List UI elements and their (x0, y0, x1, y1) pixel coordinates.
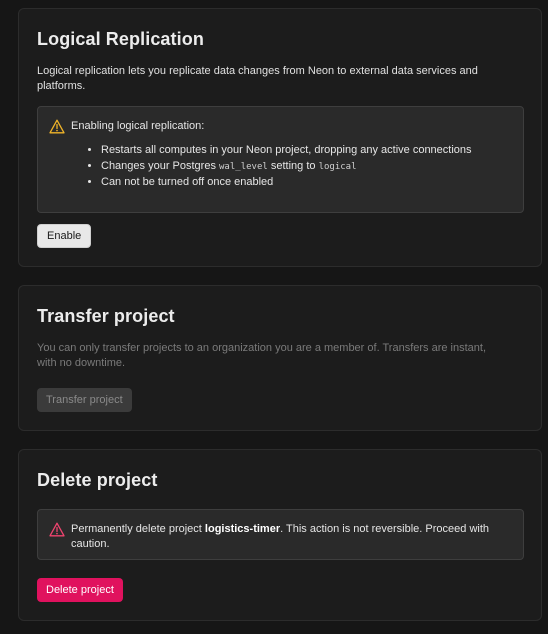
enable-button[interactable]: Enable (37, 224, 92, 248)
logical-code: logical (318, 161, 357, 172)
warning-list-item: Restarts all computes in your Neon proje… (101, 143, 472, 159)
logical-replication-card: Logical Replication Logical replication … (18, 8, 542, 267)
transfer-project-description: You can only transfer projects to an org… (37, 342, 487, 369)
transfer-project-card: Transfer project You can only transfer p… (18, 285, 542, 431)
delete-project-danger-callout: Permanently delete project logistics-tim… (37, 509, 524, 560)
delete-project-button[interactable]: Delete project (37, 578, 123, 602)
delete-project-title: Delete project (37, 470, 158, 490)
logical-replication-description: Logical replication lets you replicate d… (37, 65, 478, 92)
wal-level-code: wal_level (219, 161, 268, 172)
delete-warning-text: Permanently delete project logistics-tim… (71, 522, 511, 552)
warning-callout-title: Enabling logical replication: (71, 120, 205, 132)
transfer-project-button[interactable]: Transfer project (37, 388, 132, 412)
warning-item-text: Restarts all computes in your Neon proje… (101, 144, 472, 156)
danger-triangle-icon (49, 522, 65, 537)
warning-item-text: Can not be turned off once enabled (101, 176, 274, 188)
warning-list-item: Can not be turned off once enabled (101, 175, 472, 191)
warning-list-item: Changes your Postgres wal_level setting … (101, 159, 472, 176)
warning-list: Restarts all computes in your Neon proje… (86, 143, 472, 191)
delete-warning-prefix: Permanently delete project (71, 523, 205, 535)
transfer-project-title: Transfer project (37, 306, 175, 326)
project-name: logistics-timer (204, 523, 281, 535)
logical-replication-title: Logical Replication (37, 29, 204, 49)
logical-replication-warning-callout: Enabling logical replication: Restarts a… (37, 106, 524, 213)
warning-item-text: setting to (267, 159, 319, 172)
warning-item-text: Changes your Postgres (101, 159, 220, 172)
delete-project-card: Delete project Permanently delete projec… (18, 449, 542, 621)
warning-triangle-icon (49, 119, 65, 134)
